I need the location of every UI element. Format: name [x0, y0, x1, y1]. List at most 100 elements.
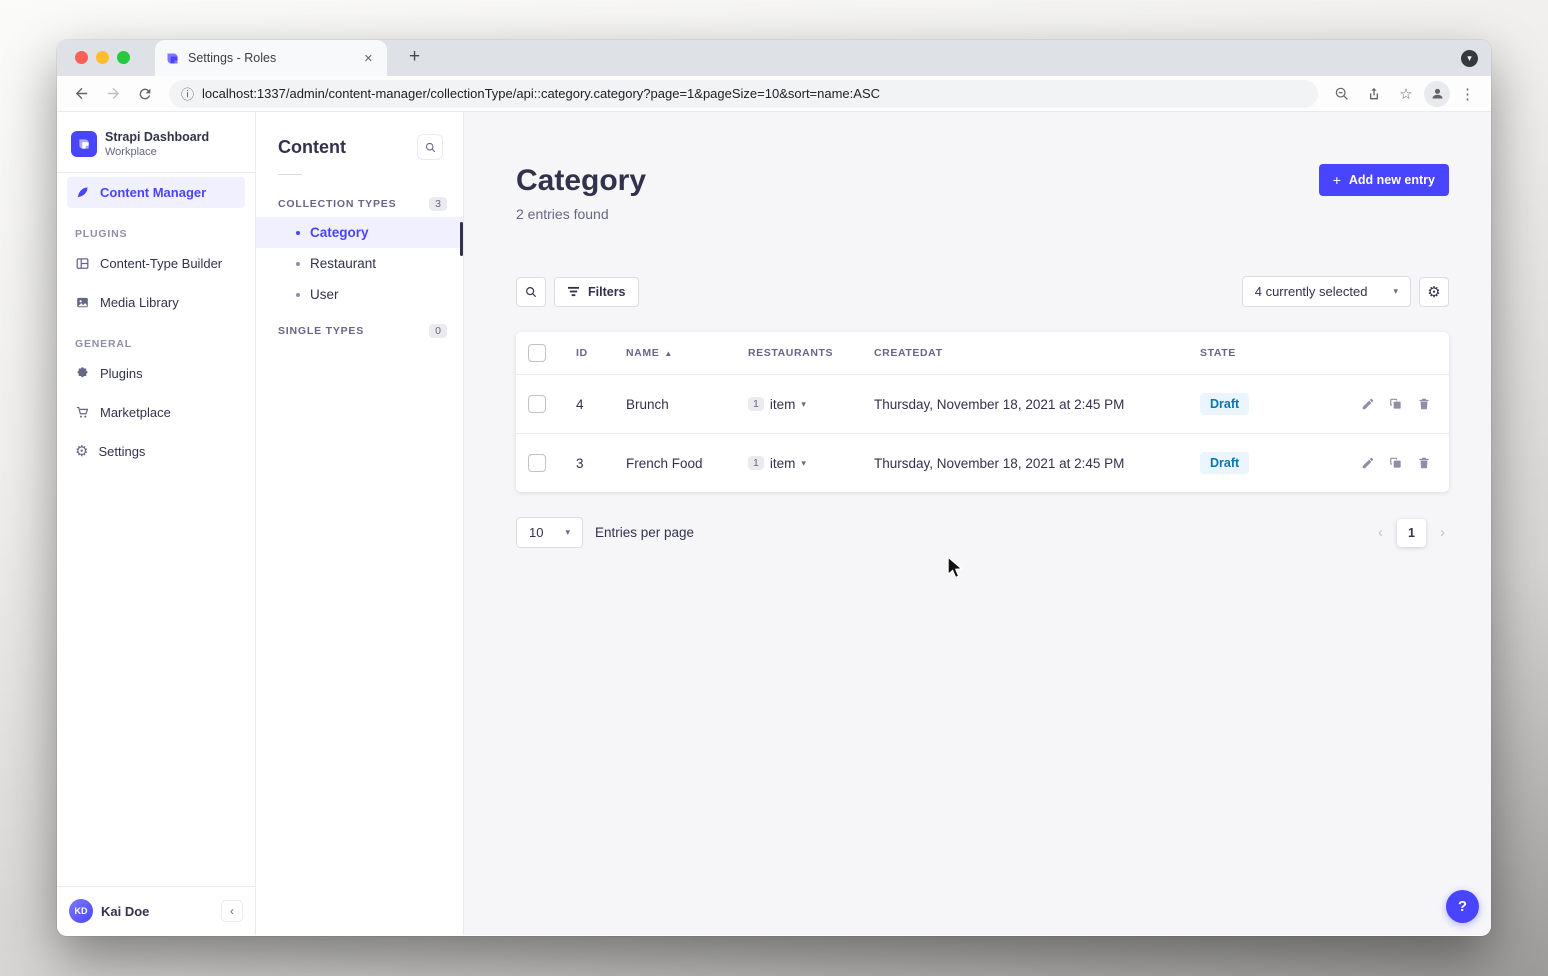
delete-trash-icon[interactable] [1417, 397, 1431, 411]
sidebar-section-plugins: PLUGINS [57, 212, 255, 244]
reload-icon[interactable] [131, 80, 159, 108]
tab-close-icon[interactable]: ✕ [360, 50, 377, 67]
subnav-item-restaurant[interactable]: Restaurant [256, 248, 463, 279]
page-number[interactable]: 1 [1397, 519, 1426, 547]
cell-createdat: Thursday, November 18, 2021 at 2:45 PM [874, 456, 1200, 471]
collection-types-count: 3 [429, 197, 447, 211]
column-header-state[interactable]: STATE [1200, 347, 1341, 359]
subnav-item-category[interactable]: Category [256, 217, 463, 248]
table-row[interactable]: 4 Brunch 1 item ▾ Thursday, November 18,… [516, 374, 1449, 433]
bullet-icon [296, 262, 300, 266]
state-badge: Draft [1200, 393, 1249, 415]
row-checkbox[interactable] [528, 395, 546, 413]
duplicate-icon[interactable] [1389, 397, 1403, 411]
new-tab-button[interactable]: + [401, 46, 428, 68]
edit-pencil-icon[interactable] [1361, 456, 1375, 470]
cell-name: French Food [626, 456, 748, 471]
sidebar-item-label: Marketplace [100, 405, 171, 420]
user-block: KD Kai Doe ‹ [57, 886, 255, 935]
previous-page-icon[interactable]: ‹ [1374, 524, 1387, 541]
collection-types-label: COLLECTION TYPES [278, 198, 396, 210]
sidebar-item-marketplace[interactable]: Marketplace [67, 397, 245, 428]
browser-toolbar: ⓘ localhost:1337/admin/content-manager/c… [57, 76, 1491, 112]
bookmark-star-icon[interactable]: ☆ [1392, 80, 1420, 108]
help-button[interactable]: ? [1446, 890, 1479, 923]
cell-id: 4 [576, 397, 626, 412]
bullet-icon [296, 293, 300, 297]
window-controls [75, 51, 130, 64]
gear-icon: ⚙ [75, 444, 88, 459]
sidebar: Strapi Dashboard Workplace Content Manag… [57, 112, 256, 935]
entries-count: 2 entries found [516, 206, 646, 222]
cell-restaurants[interactable]: 1 item ▾ [748, 397, 874, 412]
content-subnav: Content COLLECTION TYPES 3 Category Rest… [256, 112, 464, 935]
minimize-window-button[interactable] [96, 51, 109, 64]
column-header-name[interactable]: NAME ▲ [626, 347, 748, 359]
collapse-sidebar-icon[interactable]: ‹ [221, 900, 243, 922]
site-info-icon[interactable]: ⓘ [181, 84, 194, 103]
row-checkbox[interactable] [528, 454, 546, 472]
brand-block[interactable]: Strapi Dashboard Workplace [57, 112, 255, 173]
columns-selected-dropdown[interactable]: 4 currently selected ▾ [1242, 276, 1411, 307]
zoom-out-icon[interactable] [1328, 80, 1356, 108]
select-all-checkbox[interactable] [528, 344, 546, 362]
sidebar-item-content-type-builder[interactable]: Content-Type Builder [67, 248, 245, 279]
divider [278, 174, 302, 175]
sidebar-item-label: Content Manager [100, 185, 206, 200]
share-icon[interactable] [1360, 80, 1388, 108]
puzzle-icon [75, 366, 90, 381]
table-settings-gear-icon[interactable]: ⚙ [1419, 277, 1449, 307]
delete-trash-icon[interactable] [1417, 456, 1431, 470]
back-icon[interactable] [67, 80, 95, 108]
single-types-label: SINGLE TYPES [278, 325, 364, 337]
sidebar-item-media-library[interactable]: Media Library [67, 287, 245, 318]
cart-icon [75, 405, 90, 420]
column-header-id[interactable]: ID [576, 347, 626, 359]
add-new-entry-button[interactable]: + Add new entry [1319, 164, 1449, 196]
entries-table: ID NAME ▲ RESTAURANTS CREATEDAT STATE 4 … [516, 332, 1449, 492]
cell-restaurants[interactable]: 1 item ▾ [748, 456, 874, 471]
chevron-down-icon: ▾ [801, 399, 806, 410]
strapi-app: Strapi Dashboard Workplace Content Manag… [57, 112, 1491, 935]
next-page-icon[interactable]: › [1436, 524, 1449, 541]
strapi-logo-icon [71, 131, 97, 157]
subnav-item-label: Category [310, 225, 369, 240]
filter-icon [567, 286, 580, 297]
forward-icon[interactable] [99, 80, 127, 108]
fullscreen-window-button[interactable] [117, 51, 130, 64]
downloads-indicator-icon[interactable]: ▾ [1461, 50, 1478, 67]
table-search-icon[interactable] [516, 277, 546, 307]
browser-profile-avatar[interactable] [1424, 81, 1450, 107]
browser-tab-bar: Settings - Roles ✕ + ▾ [57, 40, 1491, 76]
filters-button[interactable]: Filters [554, 277, 639, 307]
edit-pencil-icon[interactable] [1361, 397, 1375, 411]
url-text: localhost:1337/admin/content-manager/col… [202, 86, 880, 101]
cell-createdat: Thursday, November 18, 2021 at 2:45 PM [874, 397, 1200, 412]
subnav-search-icon[interactable] [417, 134, 443, 160]
cell-id: 3 [576, 456, 626, 471]
entries-per-page-label: Entries per page [595, 525, 694, 540]
close-window-button[interactable] [75, 51, 88, 64]
sidebar-item-label: Plugins [100, 366, 143, 381]
browser-menu-icon[interactable]: ⋮ [1454, 85, 1481, 103]
subnav-item-user[interactable]: User [256, 279, 463, 310]
media-library-icon [75, 295, 90, 310]
subnav-item-label: Restaurant [310, 256, 376, 271]
user-avatar[interactable]: KD [69, 899, 93, 923]
column-header-restaurants[interactable]: RESTAURANTS [748, 347, 874, 359]
url-bar[interactable]: ⓘ localhost:1337/admin/content-manager/c… [169, 80, 1318, 108]
page-title: Category [516, 164, 646, 198]
tab-title: Settings - Roles [188, 51, 352, 65]
sidebar-item-settings[interactable]: ⚙ Settings [67, 436, 245, 467]
duplicate-icon[interactable] [1389, 456, 1403, 470]
main-content: Category 2 entries found + Add new entry [464, 112, 1491, 935]
sidebar-item-content-manager[interactable]: Content Manager [67, 177, 245, 208]
browser-tab[interactable]: Settings - Roles ✕ [155, 40, 387, 76]
table-row[interactable]: 3 French Food 1 item ▾ Thursday, Novembe… [516, 433, 1449, 492]
bullet-icon [296, 231, 300, 235]
column-header-createdat[interactable]: CREATEDAT [874, 347, 1200, 359]
subnav-scrollbar[interactable] [460, 222, 463, 256]
sort-asc-icon: ▲ [664, 349, 673, 358]
page-size-select[interactable]: 10 ▾ [516, 517, 583, 548]
sidebar-item-plugins[interactable]: Plugins [67, 358, 245, 389]
